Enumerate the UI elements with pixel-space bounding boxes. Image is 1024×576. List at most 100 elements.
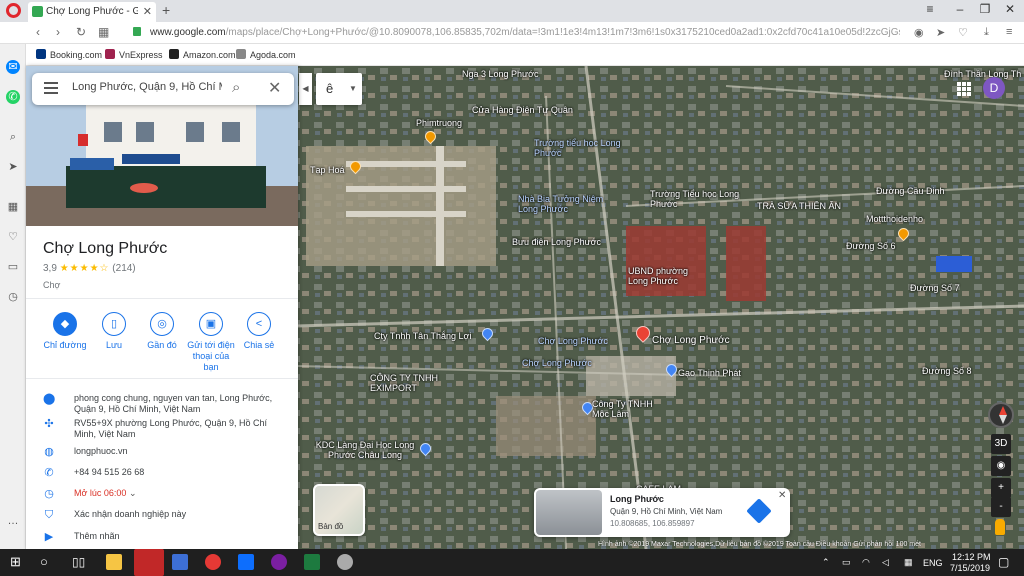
search-icon[interactable]: ⌕ bbox=[6, 130, 20, 144]
map-label[interactable]: Chợ Long Phước bbox=[522, 358, 592, 368]
menu-icon[interactable] bbox=[44, 82, 58, 94]
bookmark-booking[interactable]: Booking.com bbox=[36, 49, 102, 60]
zoom-in-button[interactable]: + bbox=[991, 478, 1011, 498]
map-label[interactable]: Tạp Hoá bbox=[310, 165, 345, 175]
heart-icon[interactable]: ♡ bbox=[958, 26, 968, 39]
more-dots-icon[interactable]: … bbox=[6, 514, 20, 528]
map-label[interactable]: Nga 3 Long Phước bbox=[462, 69, 538, 79]
download-icon[interactable]: ⤓ bbox=[984, 26, 989, 39]
language-select[interactable]: ê ▼ bbox=[316, 73, 362, 105]
map-attribution: Hình ảnh ©2019 Maxar Technologies,Dữ liệ… bbox=[598, 541, 921, 548]
map-label[interactable]: Chợ Long Phước bbox=[652, 336, 730, 346]
phone-icon: ✆ bbox=[44, 467, 54, 479]
wifi-icon[interactable]: ◠ bbox=[862, 557, 870, 568]
clock-time[interactable]: 12:12 PM bbox=[952, 552, 991, 562]
tab-menu-icon[interactable]: ≡ bbox=[920, 2, 940, 16]
bookmark-agoda[interactable]: Agoda.com bbox=[236, 49, 296, 60]
tray-chevron-icon[interactable]: ⌃ bbox=[822, 557, 830, 568]
map-label[interactable]: Mottthoidenho bbox=[866, 214, 923, 224]
opera-taskbar-icon[interactable] bbox=[134, 549, 164, 576]
map-label[interactable]: UBND phường Long Phước bbox=[628, 266, 702, 286]
forward-icon[interactable]: › bbox=[56, 25, 60, 39]
send-arrow-icon[interactable]: ➤ bbox=[6, 160, 20, 174]
tilt-3d-button[interactable]: 3D bbox=[991, 434, 1011, 454]
store-icon[interactable] bbox=[172, 554, 188, 570]
bookmarks-heart-icon[interactable]: ♡ bbox=[6, 230, 20, 244]
zoom-out-button[interactable]: - bbox=[991, 497, 1011, 517]
close-window-button[interactable]: ✕ bbox=[1000, 2, 1020, 16]
battery-icon[interactable]: ▭ bbox=[842, 557, 851, 568]
clear-icon[interactable]: ✕ bbox=[268, 78, 281, 98]
map-label[interactable]: Trường tiểu học Long Phước bbox=[534, 138, 630, 158]
chevron-down-icon[interactable]: ⌄ bbox=[129, 488, 137, 498]
windows-start-icon[interactable]: ⊞ bbox=[10, 554, 26, 570]
map-label[interactable]: Chợ Long Phước bbox=[538, 336, 608, 346]
street-view-thumbnail[interactable] bbox=[536, 490, 602, 535]
map-label[interactable]: Nhà Bia Tưởng Niệm Long Phước bbox=[518, 194, 610, 214]
minimize-button[interactable]: – bbox=[950, 2, 970, 16]
location-info-card[interactable]: Long Phước Quận 9, Hồ Chí Minh, Việt Nam… bbox=[534, 488, 790, 537]
bookmark-amazon[interactable]: Amazon.com bbox=[169, 49, 236, 60]
map-label[interactable]: Bưu điện Long Phước bbox=[512, 237, 601, 247]
keyboard-icon[interactable]: ▦ bbox=[904, 557, 913, 568]
tabs-grid-icon[interactable]: ▦ bbox=[98, 25, 109, 39]
review-count[interactable]: (214) bbox=[112, 263, 135, 274]
new-tab-button[interactable]: + bbox=[162, 2, 170, 18]
input-language[interactable]: ENG bbox=[923, 558, 943, 568]
volume-icon[interactable]: ◁ bbox=[882, 557, 889, 568]
task-view-icon[interactable]: ▯▯ bbox=[72, 554, 88, 570]
pluscode-text: RV55+9X phường Long Phước, Quận 9, Hồ Ch… bbox=[74, 418, 268, 439]
clock-date[interactable]: 7/15/2019 bbox=[950, 563, 990, 573]
map-label[interactable]: CÔNG TY TNHH EXIMPORT bbox=[370, 373, 450, 393]
divider bbox=[26, 298, 298, 299]
speed-dial-icon[interactable]: ▦ bbox=[6, 200, 20, 214]
search-icon[interactable]: ⌕ bbox=[232, 79, 240, 96]
collapse-panel-button[interactable]: ◀ bbox=[299, 73, 312, 105]
map-label[interactable]: Cửa Hàng Điện Tự Quân bbox=[472, 105, 573, 115]
reload-icon[interactable]: ↻ bbox=[76, 25, 86, 39]
tab-close-icon[interactable]: ✕ bbox=[143, 5, 152, 18]
rating-row[interactable]: 3,9 ★★★★☆ (214) bbox=[43, 263, 136, 274]
map-label[interactable]: Phimtruong bbox=[416, 118, 462, 128]
map-label[interactable]: KDC Làng Đại Học Long Phước Châu Long bbox=[310, 440, 420, 460]
viber-icon[interactable] bbox=[271, 554, 287, 570]
map-label[interactable]: Công Ty TNHH Mộc Lâm bbox=[592, 399, 668, 419]
pegman-icon[interactable] bbox=[995, 519, 1005, 535]
snapshot-icon[interactable]: ▭ bbox=[6, 260, 20, 274]
map-layer-toggle[interactable]: Bản đồ bbox=[313, 484, 365, 536]
menu-lines-icon[interactable]: ≡ bbox=[1006, 26, 1012, 38]
notifications-icon[interactable]: ▢ bbox=[998, 555, 1009, 569]
cortana-icon[interactable]: ○ bbox=[40, 554, 56, 570]
google-apps-icon[interactable] bbox=[957, 82, 971, 96]
messenger-icon[interactable]: ✉ bbox=[6, 60, 20, 74]
map-label[interactable]: Cty Tnhh Tân Thắng Lợi bbox=[374, 331, 471, 341]
map-label[interactable]: Gạo Thịnh Phát bbox=[678, 368, 741, 378]
search-input[interactable] bbox=[72, 81, 222, 93]
browser-tab[interactable]: Chợ Long Phước - Google ✕ bbox=[28, 2, 156, 22]
map-label[interactable]: Đình Thần Long Th bbox=[944, 69, 1021, 79]
history-icon[interactable]: ◷ bbox=[6, 290, 20, 304]
close-icon[interactable]: ✕ bbox=[778, 490, 786, 501]
opera-logo[interactable] bbox=[6, 3, 21, 18]
place-category[interactable]: Chợ bbox=[43, 280, 60, 290]
share-button[interactable]: < Chia sẻ bbox=[229, 312, 289, 351]
back-icon[interactable]: ‹ bbox=[36, 25, 40, 39]
send-icon[interactable]: ➤ bbox=[936, 26, 945, 39]
directions-icon[interactable] bbox=[746, 498, 772, 524]
zalo-icon[interactable] bbox=[238, 554, 254, 570]
camera-icon[interactable]: ◉ bbox=[914, 26, 924, 39]
map-label[interactable]: Trường Tiểu học Long Phước bbox=[650, 189, 746, 209]
bookmark-vnexpress[interactable]: VnExpress bbox=[105, 49, 163, 60]
my-location-button[interactable]: ◉ bbox=[991, 456, 1011, 476]
compass-icon[interactable] bbox=[988, 402, 1014, 428]
excel-icon[interactable] bbox=[304, 554, 320, 570]
avatar[interactable]: D bbox=[983, 77, 1005, 99]
maximize-button[interactable]: ❐ bbox=[975, 2, 995, 16]
whatsapp-icon[interactable]: ✆ bbox=[6, 90, 20, 104]
file-explorer-icon[interactable] bbox=[106, 554, 122, 570]
bookmark-label: Amazon.com bbox=[183, 50, 236, 60]
app-icon[interactable] bbox=[337, 554, 353, 570]
map-label[interactable]: TRÀ SỮA THIÊN ÂN bbox=[757, 201, 841, 211]
url-field[interactable]: www.google.com/maps/place/Chợ+Long+Phước… bbox=[150, 27, 900, 38]
chrome-icon[interactable] bbox=[205, 554, 221, 570]
